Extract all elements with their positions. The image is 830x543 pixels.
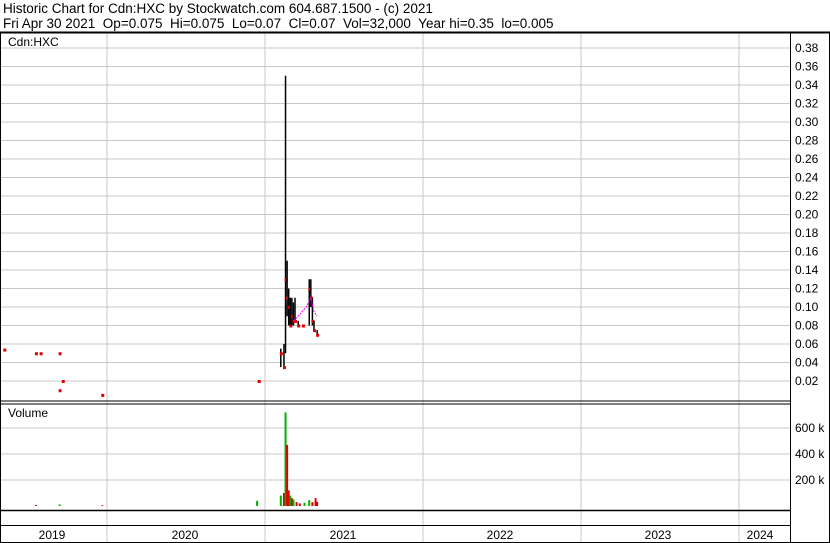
price-panel-title: Cdn:HXC xyxy=(8,35,59,49)
close-marker xyxy=(301,324,305,328)
volume-tick-label: 400 k xyxy=(795,447,825,461)
close-marker xyxy=(61,380,65,383)
volume-bar xyxy=(279,495,282,506)
price-tick-label: 0.36 xyxy=(795,60,819,74)
close-marker xyxy=(297,324,301,328)
year-label: 2023 xyxy=(645,528,672,542)
volume-bar xyxy=(256,500,259,506)
volume-bar xyxy=(34,504,37,506)
price-tick-label: 0.32 xyxy=(795,97,819,111)
close-marker xyxy=(316,333,320,337)
close-marker xyxy=(279,352,283,356)
price-tick-label: 0.24 xyxy=(795,171,819,185)
volume-bar xyxy=(311,502,314,506)
price-tick-label: 0.12 xyxy=(795,282,819,296)
volume-bar xyxy=(58,504,61,506)
price-tick-label: 0.22 xyxy=(795,189,819,203)
close-marker xyxy=(39,352,43,356)
year-label: 2022 xyxy=(487,528,514,542)
price-tick-label: 0.18 xyxy=(795,226,819,240)
price-tick-label: 0.34 xyxy=(795,78,819,92)
close-marker xyxy=(312,329,316,333)
year-label: 2020 xyxy=(172,528,199,542)
price-tick-label: 0.30 xyxy=(795,115,819,129)
volume-bar xyxy=(101,505,104,506)
price-tick-label: 0.38 xyxy=(795,41,819,55)
price-tick-label: 0.06 xyxy=(795,337,819,351)
price-tick-label: 0.08 xyxy=(795,319,819,333)
close-marker xyxy=(58,389,62,393)
moving-average-line xyxy=(293,296,318,322)
chart-border xyxy=(0,32,830,543)
price-tick-label: 0.26 xyxy=(795,152,819,166)
chart-window: Historic Chart for Cdn:HXC by Stockwatch… xyxy=(0,0,830,543)
close-marker xyxy=(3,348,7,352)
volume-bar xyxy=(295,502,298,506)
close-marker xyxy=(58,352,62,356)
price-tick-label: 0.20 xyxy=(795,208,819,222)
price-tick-label: 0.28 xyxy=(795,134,819,148)
close-marker xyxy=(101,393,105,397)
price-tick-label: 0.10 xyxy=(795,300,819,314)
close-marker xyxy=(257,380,261,383)
chart-svg: Cdn:HXC Volume 0.38 0.36 0.34 0.32 0.30 0.28 0… xyxy=(0,31,830,543)
year-label: 2024 xyxy=(747,528,774,542)
volume-bar xyxy=(308,500,311,506)
year-label: 2021 xyxy=(330,528,357,542)
close-marker xyxy=(34,352,38,356)
volume-tick-label: 600 k xyxy=(795,421,825,435)
volume-bar xyxy=(303,502,306,506)
price-tick-label: 0.04 xyxy=(795,356,819,370)
price-tick-label: 0.16 xyxy=(795,245,819,259)
volume-tick-label: 200 k xyxy=(795,473,825,487)
volume-bar xyxy=(298,503,301,506)
volume-panel-title: Volume xyxy=(8,406,48,420)
price-tick-label: 0.02 xyxy=(795,374,819,388)
close-marker xyxy=(282,366,286,370)
year-label: 2019 xyxy=(39,528,66,542)
price-tick-label: 0.14 xyxy=(795,263,819,277)
volume-bar xyxy=(316,501,319,506)
volume-bar xyxy=(292,499,295,506)
